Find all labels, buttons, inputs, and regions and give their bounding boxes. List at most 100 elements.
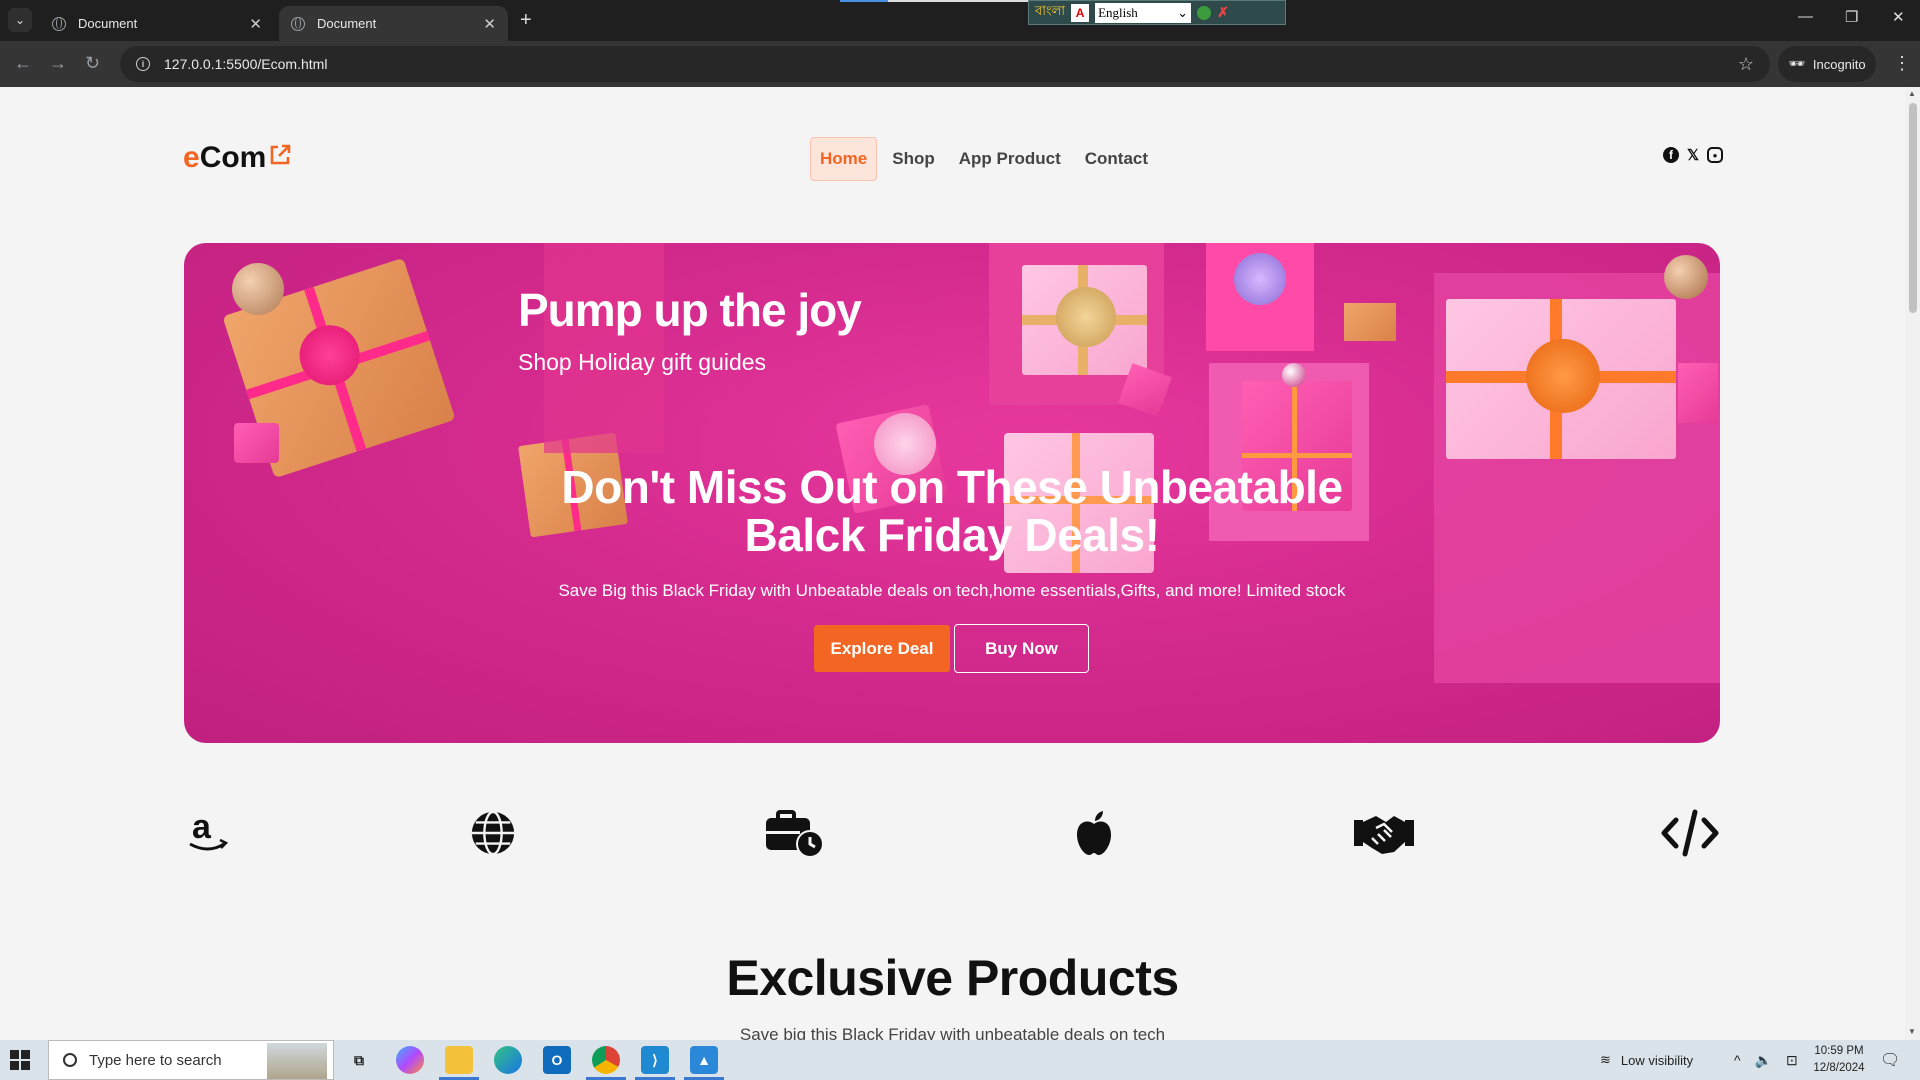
close-window-icon[interactable]: ✕ — [1892, 8, 1905, 26]
svg-text:a: a — [192, 810, 212, 846]
url-text: 127.0.0.1:5500/Ecom.html — [164, 56, 328, 72]
scrollbar-thumb[interactable] — [1909, 103, 1917, 313]
browser-toolbar: ← → ↻ i 127.0.0.1:5500/Ecom.html ☆ 🕶 Inc… — [0, 41, 1920, 87]
nav-item-shop[interactable]: Shop — [883, 138, 944, 180]
incognito-badge[interactable]: 🕶 Incognito — [1778, 46, 1876, 82]
hero-headline-line2: Balck Friday Deals! — [744, 509, 1160, 561]
site-info-icon[interactable]: i — [136, 57, 150, 71]
bow-image — [1234, 253, 1286, 305]
globe-icon — [291, 16, 305, 31]
clock-date: 12/8/2024 — [1813, 1062, 1865, 1074]
task-view-icon[interactable]: ⧉ — [345, 1046, 373, 1074]
ornament-image — [1664, 255, 1708, 299]
status-dot-icon[interactable] — [1197, 5, 1212, 20]
ornament-image — [232, 263, 284, 315]
gift-box-image — [1678, 363, 1718, 423]
brand-icons-row: a — [184, 807, 1720, 867]
windows-start-icon[interactable] — [10, 1050, 30, 1070]
notification-icon[interactable]: 🗨 — [1880, 1040, 1900, 1080]
explore-deal-button[interactable]: Explore Deal — [814, 625, 950, 672]
browser-tab[interactable]: Document ✕ — [40, 6, 274, 41]
clock-time: 10:59 PM — [1814, 1045, 1864, 1057]
globe-icon — [52, 16, 66, 31]
apple-icon[interactable] — [1070, 807, 1118, 859]
gift-box-image — [234, 423, 279, 463]
handshake-icon[interactable] — [1352, 807, 1416, 859]
language-select[interactable]: English ⌄ — [1095, 2, 1192, 23]
tab-title: Document — [317, 16, 377, 31]
scroll-down-icon[interactable]: ▼ — [1908, 1027, 1916, 1036]
gift-box-image — [1446, 299, 1676, 459]
photos-icon[interactable]: ▲ — [690, 1046, 718, 1074]
copilot-icon[interactable] — [396, 1046, 424, 1074]
close-icon[interactable]: ✗ — [1217, 4, 1229, 21]
page-scrollbar[interactable]: ▲ ▼ — [1905, 87, 1920, 1040]
search-placeholder: Type here to search — [89, 1051, 222, 1069]
logo-text: Com — [199, 141, 267, 174]
banner-subtitle: Shop Holiday gift guides — [518, 349, 767, 375]
vscode-icon[interactable]: ⟩ — [641, 1046, 669, 1074]
globe-icon[interactable] — [469, 807, 517, 859]
restore-icon[interactable]: ❐ — [1845, 8, 1858, 26]
more-menu-icon[interactable]: ⋮ — [1893, 53, 1911, 74]
network-icon[interactable]: ⊡ — [1786, 1052, 1798, 1069]
logo-prefix: e — [183, 141, 200, 174]
buy-now-button[interactable]: Buy Now — [954, 624, 1089, 673]
hero-description: Save Big this Black Friday with Unbeatab… — [558, 581, 1346, 600]
close-tab-icon[interactable]: ✕ — [249, 15, 262, 33]
section-title: Exclusive Products — [726, 950, 1179, 1006]
search-highlight-image — [267, 1043, 327, 1079]
instagram-icon[interactable]: ● — [1707, 147, 1723, 163]
gift-box-image — [544, 243, 664, 453]
chevron-down-icon: ⌄ — [1177, 4, 1189, 20]
taskbar-search-input[interactable]: Type here to search — [48, 1040, 334, 1080]
nav-item-contact[interactable]: Contact — [1076, 138, 1157, 180]
ornament-image — [1282, 363, 1306, 387]
amazon-icon[interactable]: a — [184, 807, 232, 859]
code-icon[interactable] — [1660, 807, 1720, 859]
scroll-up-icon[interactable]: ▲ — [1908, 89, 1916, 98]
address-bar[interactable]: i 127.0.0.1:5500/Ecom.html ☆ — [120, 46, 1770, 82]
window-indicator — [888, 0, 1028, 2]
site-logo[interactable]: e Com — [183, 141, 292, 175]
ime-mode-icon[interactable]: A — [1071, 3, 1090, 22]
facebook-icon[interactable]: f — [1663, 147, 1679, 163]
language-value: English — [1098, 4, 1138, 20]
weather-widget[interactable]: ≋ Low visibility — [1600, 1040, 1693, 1080]
ime-script-label[interactable]: বাংলা — [1035, 2, 1065, 23]
new-tab-button[interactable]: + — [520, 8, 532, 32]
web-page: e Com Home Shop App Product Contact f 𝕏 … — [0, 87, 1905, 1040]
main-nav: Home Shop App Product Contact — [810, 137, 1157, 181]
tab-search-button[interactable]: ⌄ — [8, 8, 32, 32]
volume-icon[interactable]: 🔈 — [1755, 1052, 1772, 1069]
section-subtitle: Save big this Black Friday with unbeatab… — [739, 1025, 1166, 1040]
hero-banner: Pump up the joy Shop Holiday gift guides… — [184, 243, 1720, 743]
minimize-icon[interactable]: — — [1798, 8, 1813, 25]
nav-item-home[interactable]: Home — [810, 137, 878, 181]
edge-icon[interactable] — [494, 1046, 522, 1074]
bookmark-star-icon[interactable]: ☆ — [1738, 54, 1754, 75]
incognito-icon: 🕶 — [1788, 56, 1805, 71]
hero-headline-line1: Don't Miss Out on These Unbeatable — [561, 461, 1343, 513]
chrome-icon[interactable] — [592, 1046, 620, 1074]
file-explorer-icon[interactable] — [445, 1046, 473, 1074]
taskbar-clock[interactable]: 10:59 PM 12/8/2024 — [1802, 1043, 1876, 1077]
hero-headline: Don't Miss Out on These Unbeatable Balck… — [184, 463, 1720, 559]
tab-title: Document — [78, 16, 138, 31]
language-toolbar: বাংলা A English ⌄ ✗ — [1028, 0, 1286, 25]
fog-icon: ≋ — [1600, 1052, 1611, 1067]
browser-tab-bar: ⌄ Document ✕ Document ✕ + বাংলা A Englis… — [0, 0, 1920, 41]
nav-item-app-product[interactable]: App Product — [950, 138, 1070, 180]
briefcase-clock-icon[interactable] — [764, 807, 826, 859]
outlook-icon[interactable]: O — [543, 1046, 571, 1074]
reload-icon[interactable]: ↻ — [85, 53, 100, 73]
x-twitter-icon[interactable]: 𝕏 — [1685, 147, 1701, 164]
browser-tab-active[interactable]: Document ✕ — [279, 6, 508, 41]
chevron-up-icon[interactable]: ^ — [1734, 1052, 1741, 1068]
forward-icon[interactable]: → — [49, 53, 67, 73]
back-icon[interactable]: ← — [14, 53, 32, 73]
window-indicator — [840, 0, 888, 2]
close-tab-icon[interactable]: ✕ — [483, 15, 496, 33]
windows-taskbar: Type here to search ⧉ O ⟩ ▲ ≋ Low visibi… — [0, 1040, 1920, 1080]
weather-text: Low visibility — [1620, 1052, 1694, 1068]
